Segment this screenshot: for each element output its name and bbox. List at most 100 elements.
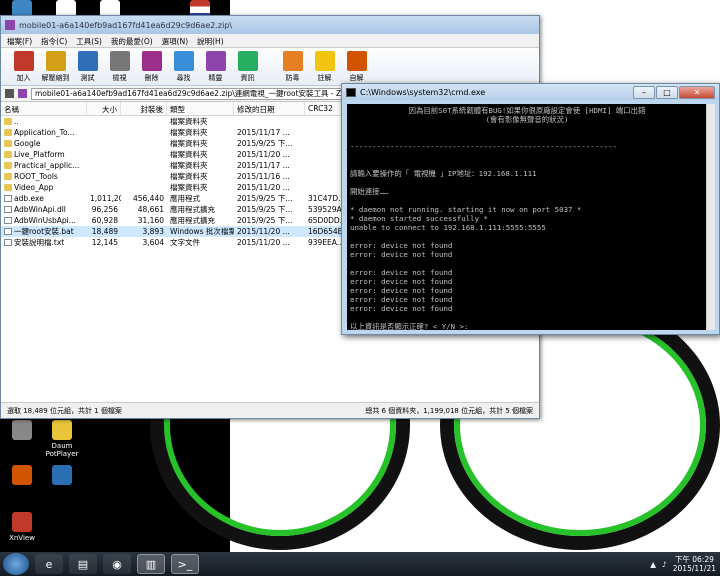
cell-name: Application_To...: [1, 127, 87, 138]
cell-packed: 456,440: [132, 194, 164, 203]
file-icon: [4, 228, 12, 235]
file-icon: [4, 217, 12, 224]
wizard-icon: [205, 51, 226, 71]
file-name: Practical_applic...: [14, 161, 80, 170]
folder-icon: [4, 151, 12, 158]
file-name: Live_Platform: [14, 150, 65, 159]
toolbar-button[interactable]: 自解: [342, 51, 371, 82]
column-packed[interactable]: 封裝後: [121, 102, 167, 115]
cell-modified: 2015/11/17 ...: [237, 128, 290, 137]
cell-modified: 2015/9/25 下...: [237, 216, 293, 225]
desktop-icon[interactable]: [40, 465, 84, 487]
shortcut-icon: [12, 465, 32, 485]
column-type[interactable]: 類型: [167, 102, 234, 115]
folder-icon: [4, 162, 12, 169]
toolbar-button[interactable]: 測試: [73, 51, 102, 82]
winrar-titlebar[interactable]: mobile01-a6a140efb9ad167fd41ea6d29c9d6ae…: [1, 16, 539, 34]
cell-modified: 2015/11/20 ...: [237, 238, 290, 247]
volume-icon[interactable]: ♪: [662, 560, 667, 569]
desktop-icon[interactable]: [0, 465, 44, 487]
toolbar-button[interactable]: 檢視: [105, 51, 134, 82]
folder-icon: [4, 118, 12, 125]
menu-item-commands[interactable]: 指令(C): [41, 36, 67, 46]
file-icon: [4, 206, 12, 213]
toolbar-button[interactable]: 註解: [310, 51, 339, 82]
chrome-icon[interactable]: ◉: [103, 554, 131, 574]
toolbar-button[interactable]: 資訊: [233, 51, 262, 82]
menu-item-help[interactable]: 說明(H): [197, 36, 224, 46]
file-name: 安裝說明檔.txt: [14, 238, 65, 247]
virus-scan-icon: [282, 51, 303, 71]
close-button[interactable]: ✕: [679, 85, 715, 99]
window-title: C:\Windows\system32\cmd.exe: [360, 87, 486, 97]
console-line: 請輸入要操作的「 電視機 」IP地址：192.168.1.111: [350, 169, 537, 178]
file-name: adb.exe: [14, 194, 44, 203]
menu-item-favorites[interactable]: 我的最愛(O): [111, 36, 153, 46]
menu-item-options[interactable]: 選項(N): [162, 36, 188, 46]
comment-icon: [314, 51, 335, 71]
toolbar-button[interactable]: 防毒: [278, 51, 307, 82]
file-explorer-icon[interactable]: ▤: [69, 554, 97, 574]
toolbar-button[interactable]: 加入: [9, 51, 38, 82]
cmd-icon: [346, 87, 356, 97]
console-line: error: device not found: [350, 286, 453, 295]
folder-icon: [4, 173, 12, 180]
toolbar-button-label: 尋找: [176, 74, 191, 82]
cell-size: [87, 160, 121, 171]
start-button[interactable]: [3, 553, 29, 575]
column-size[interactable]: 大小: [87, 102, 121, 115]
cell-type: 應用程式擴充: [170, 216, 215, 225]
xnview-icon: [12, 512, 32, 532]
toolbar-button[interactable]: 刪除: [137, 51, 166, 82]
internet-explorer-icon[interactable]: e: [35, 554, 63, 574]
cell-type: 檔案資料夾: [170, 128, 208, 137]
toolbar-button[interactable]: 尋找: [169, 51, 198, 82]
menu-item-file[interactable]: 檔案(F): [7, 36, 32, 46]
console-line: unable to connect to 192.168.1.111:5555:…: [350, 223, 546, 232]
desktop-icon[interactable]: Daum PotPlayer: [40, 420, 84, 458]
console-line: error: device not found: [350, 268, 453, 277]
toolbar-button-label: 檢視: [112, 74, 127, 82]
maximize-button[interactable]: □: [656, 85, 678, 99]
console-scrollbar[interactable]: [706, 104, 715, 330]
console-line: 以上資訊是否顯示正確? < Y/N >:_: [350, 322, 473, 330]
column-name[interactable]: 名稱: [1, 102, 87, 115]
toolbar-button-label: 加入: [16, 74, 31, 82]
toolbar-button[interactable]: 解壓縮到: [41, 51, 70, 82]
file-name: ..: [14, 117, 19, 126]
cmd-titlebar[interactable]: C:\Windows\system32\cmd.exe – □ ✕: [342, 84, 719, 100]
toolbar-button-label: 防毒: [285, 74, 300, 82]
cell-size: 12,145: [91, 238, 118, 247]
minimize-button[interactable]: –: [633, 85, 655, 99]
up-folder-icon[interactable]: [5, 89, 14, 98]
cell-type: 檔案資料夾: [170, 183, 208, 192]
file-name: Video_App: [14, 183, 54, 192]
console-output[interactable]: 因為目前S0T系統韌體有BUG!如果你很原廠設定會使 [HDMI] 端口出錯 (會…: [347, 104, 707, 330]
taskbar: e ▤ ◉ ▥ >_ ▲ ♪ 下午 06:29 2015/11/21: [0, 552, 720, 576]
cell-size: [87, 127, 121, 138]
desktop-icon[interactable]: XnView: [0, 512, 44, 542]
cell-size: 18,489: [91, 227, 118, 236]
cell-packed: 31,160: [137, 216, 164, 225]
desktop-icon[interactable]: [0, 420, 44, 442]
winrar-icon[interactable]: ▥: [137, 554, 165, 574]
cell-type: 檔案資料夾: [170, 161, 208, 170]
column-modified[interactable]: 修改的日期: [234, 102, 305, 115]
taskbar-apps: e ▤ ◉ ▥ >_: [29, 554, 199, 574]
status-total: 總共 6 個資料夾，1,199,018 位元組，共計 5 個檔案: [365, 406, 533, 415]
cmd-icon[interactable]: >_: [171, 554, 199, 574]
cmd-window: C:\Windows\system32\cmd.exe – □ ✕ 因為目前S0…: [341, 83, 720, 335]
console-line: * daemon started successfully *: [350, 214, 488, 223]
clock[interactable]: 下午 06:29 2015/11/21: [673, 555, 716, 573]
menu-item-tools[interactable]: 工具(S): [76, 36, 102, 46]
toolbar-button[interactable]: 精靈: [201, 51, 230, 82]
network-icon[interactable]: ▲: [650, 560, 656, 569]
cell-type: 檔案資料夾: [170, 150, 208, 159]
cell-name: AdbWinApi.dll: [1, 204, 87, 215]
